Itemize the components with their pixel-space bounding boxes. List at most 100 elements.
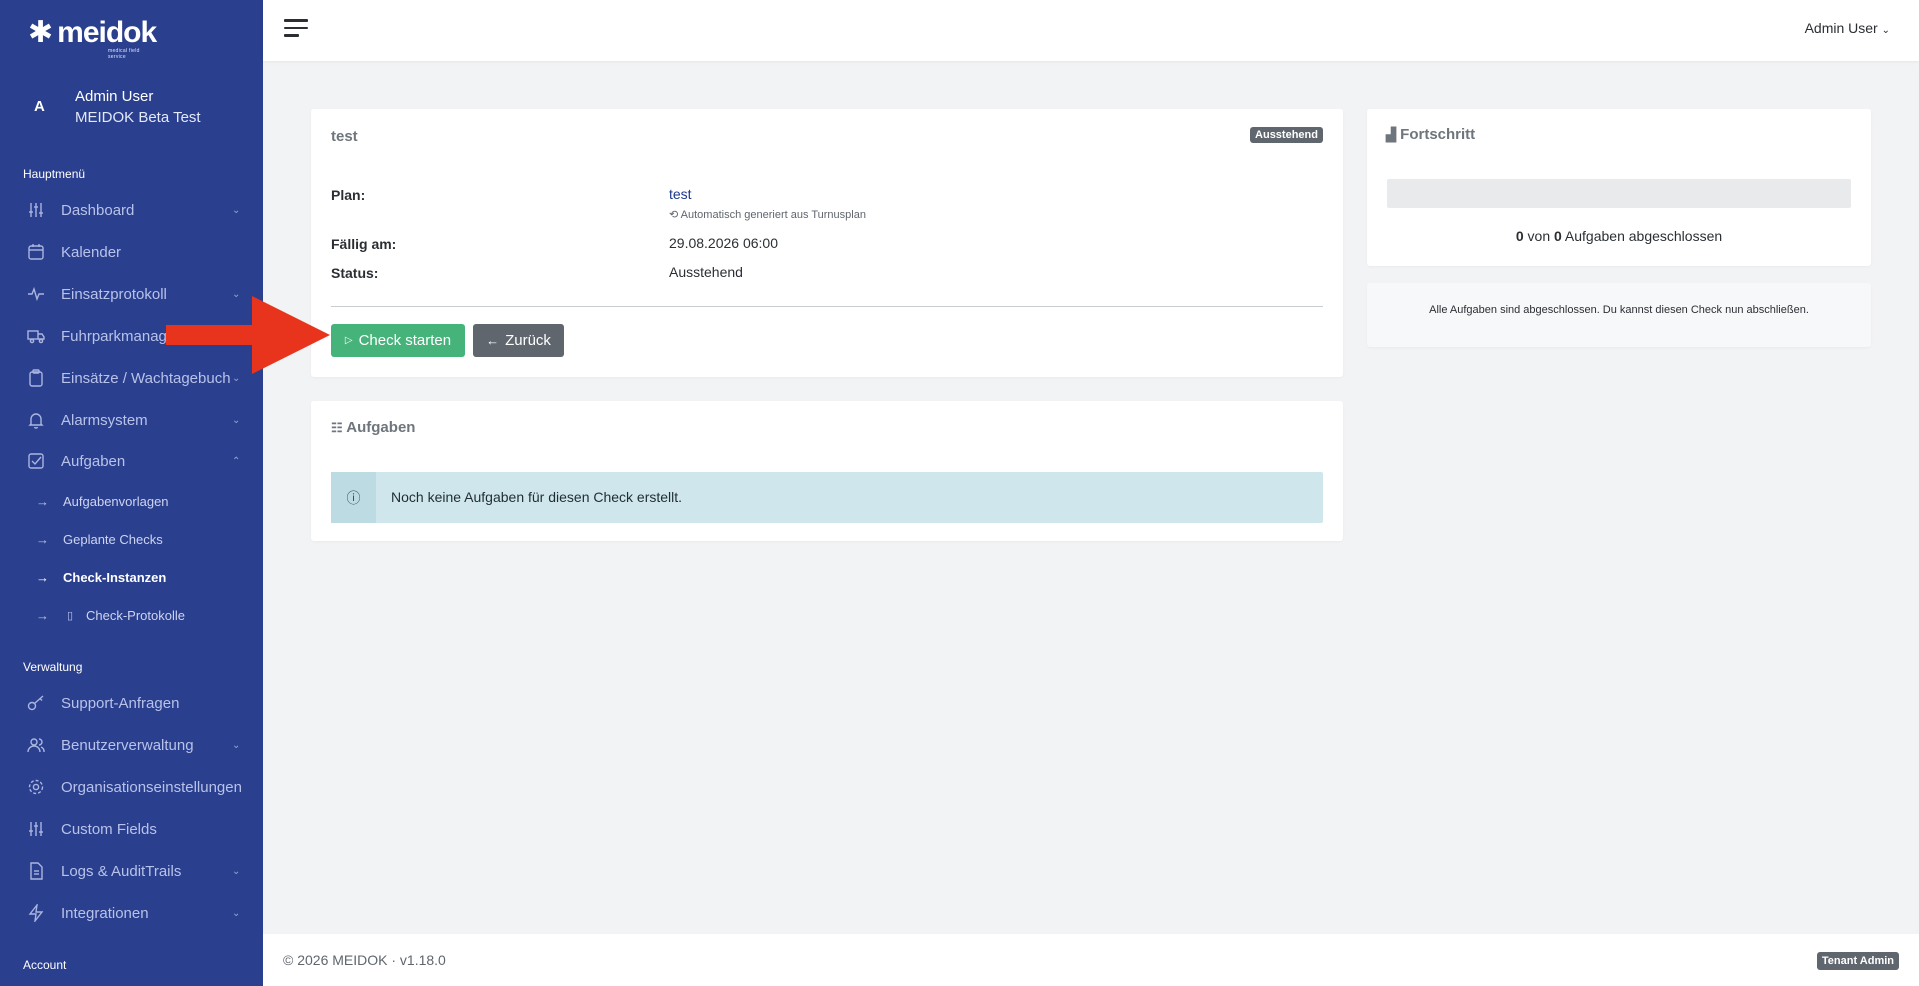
chevron-down-icon: ⌄ xyxy=(232,204,241,216)
clipboard-icon xyxy=(27,369,45,387)
chevron-down-icon: ⌄ xyxy=(232,739,241,751)
status-badge: Ausstehend xyxy=(1250,127,1323,143)
sidebar-subitem-label: Geplante Checks xyxy=(63,531,163,547)
play-icon: ▷ xyxy=(344,335,353,346)
footer-copyright: © 2026 MEIDOK · v1.18.0 xyxy=(283,952,446,968)
chevron-down-icon: ⌄ xyxy=(1881,25,1890,36)
key-icon xyxy=(27,694,45,712)
sliders-icon xyxy=(27,820,45,838)
sidebar-user-name: Admin User xyxy=(75,88,154,105)
sidebar-item-logs[interactable]: Logs & AuditTrails ⌄ xyxy=(0,854,263,888)
annotation-arrow-icon xyxy=(166,296,330,374)
section-label-main: Hauptmenü xyxy=(23,167,86,181)
completion-note-card: Alle Aufgaben sind abgeschlossen. Du kan… xyxy=(1367,283,1871,347)
bar-chart-icon: ▟ xyxy=(1386,127,1396,142)
status-label: Status: xyxy=(331,265,379,281)
sidebar-subitem-aufgabenvorlagen[interactable]: → Aufgabenvorlagen xyxy=(0,486,263,516)
menu-toggle-icon[interactable] xyxy=(284,19,308,39)
sidebar-subitem-geplante-checks[interactable]: → Geplante Checks xyxy=(0,524,263,554)
back-button[interactable]: ← Zurück xyxy=(473,324,564,357)
chevron-down-icon: ⌄ xyxy=(232,865,241,877)
sidebar-item-label: Aufgaben xyxy=(61,452,126,470)
truck-icon xyxy=(27,327,45,345)
due-label: Fällig am: xyxy=(331,236,397,252)
avatar: A xyxy=(34,98,45,115)
tasks-title-text: Aufgaben xyxy=(346,419,416,436)
check-square-icon xyxy=(27,452,45,470)
arrow-right-icon: → xyxy=(36,531,49,547)
back-label: Zurück xyxy=(505,332,551,349)
status-value: Ausstehend xyxy=(669,264,743,280)
progress-total-count: 0 xyxy=(1554,228,1562,244)
sidebar-subitem-label: Check-Protokolle xyxy=(86,607,185,623)
sidebar-item-alarmsystem[interactable]: Alarmsystem ⌄ xyxy=(0,403,263,437)
sidebar-subitem-check-instanzen[interactable]: → Check-Instanzen xyxy=(0,562,263,592)
sidebar-subitem-label: Check-Instanzen xyxy=(63,569,167,585)
tasks-card: ☷ Aufgaben ⓘ Noch keine Aufgaben für die… xyxy=(311,401,1343,541)
progress-of-text: von xyxy=(1527,228,1551,244)
logo-wordmark: meidok xyxy=(57,16,157,49)
tasks-empty-message: Noch keine Aufgaben für diesen Check ers… xyxy=(391,489,683,505)
role-badge: Tenant Admin xyxy=(1816,952,1899,970)
check-start-button[interactable]: ▷ Check starten xyxy=(331,324,465,357)
arrow-right-icon: → xyxy=(36,569,49,585)
sidebar-account-label: Account xyxy=(23,958,67,972)
sidebar-item-label: Organisationseinstellungen xyxy=(61,778,242,796)
user-menu-label: Admin User xyxy=(1804,20,1878,36)
sidebar: ✱ meidok medical field service A Admin U… xyxy=(0,0,263,986)
user-menu[interactable]: Admin User ⌄ xyxy=(1805,20,1890,36)
file-pdf-icon: ▯ xyxy=(67,609,74,622)
sidebar-subitem-check-protokolle[interactable]: → ▯ Check-Protokolle xyxy=(0,600,263,630)
topbar: Admin User ⌄ xyxy=(263,0,1919,61)
check-start-label: Check starten xyxy=(358,332,452,349)
sidebar-item-custom-fields[interactable]: Custom Fields xyxy=(0,812,263,846)
footer: © 2026 MEIDOK · v1.18.0 Tenant Admin xyxy=(263,934,1919,986)
completion-note: Alle Aufgaben sind abgeschlossen. Du kan… xyxy=(1429,304,1809,316)
chevron-down-icon: ⌄ xyxy=(232,372,241,384)
sidebar-item-benutzerverwaltung[interactable]: Benutzerverwaltung ⌄ xyxy=(0,728,263,762)
arrow-right-icon: → xyxy=(36,607,49,623)
sidebar-item-label: Dashboard xyxy=(61,201,135,219)
users-icon xyxy=(27,736,45,754)
sidebar-item-support[interactable]: Support-Anfragen xyxy=(0,686,263,720)
file-text-icon xyxy=(27,862,45,880)
zap-icon xyxy=(27,902,45,924)
section-label-admin: Verwaltung xyxy=(23,660,83,674)
info-icon: ⓘ xyxy=(331,472,376,523)
sidebar-item-label: Einsatzprotokoll xyxy=(61,285,167,303)
check-title: test xyxy=(331,128,358,145)
tasks-empty-alert: ⓘ Noch keine Aufgaben für diesen Check e… xyxy=(331,472,1323,523)
sidebar-subitem-label: Aufgabenvorlagen xyxy=(63,493,169,509)
chevron-up-icon: ⌃ xyxy=(232,455,241,467)
sidebar-item-label: Integrationen xyxy=(61,904,149,922)
divider xyxy=(331,306,1323,307)
sidebar-item-organisation[interactable]: Organisationseinstellungen xyxy=(0,770,263,804)
sidebar-item-label: Benutzerverwaltung xyxy=(61,736,194,754)
progress-bar xyxy=(1387,179,1851,208)
plan-note-text: Automatisch generiert aus Turnusplan xyxy=(680,209,866,221)
plan-link[interactable]: test xyxy=(669,186,692,202)
meidok-logo[interactable]: ✱ meidok medical field service xyxy=(28,16,157,61)
sidebar-tenant-name: MEIDOK Beta Test xyxy=(75,109,201,126)
calendar-icon xyxy=(27,243,45,261)
repeat-icon: ⟲ xyxy=(669,209,679,221)
progress-card: ▟ Fortschritt 0 von 0 Aufgaben abgeschlo… xyxy=(1367,109,1871,266)
sidebar-item-integrationen[interactable]: Integrationen ⌄ xyxy=(0,896,263,930)
sidebar-item-label: Logs & AuditTrails xyxy=(61,862,182,880)
progress-title-text: Fortschritt xyxy=(1400,126,1476,143)
activity-icon xyxy=(27,285,45,303)
chevron-down-icon: ⌄ xyxy=(232,907,241,919)
list-icon: ☷ xyxy=(331,420,343,435)
progress-summary: 0 von 0 Aufgaben abgeschlossen xyxy=(1367,228,1871,244)
due-value: 29.08.2026 06:00 xyxy=(669,235,778,251)
sidebar-item-label: Alarmsystem xyxy=(61,411,148,429)
sidebar-item-kalender[interactable]: Kalender xyxy=(0,235,263,269)
logo-tagline: medical field service xyxy=(108,48,140,60)
progress-done-count: 0 xyxy=(1515,228,1524,244)
sidebar-item-dashboard[interactable]: Dashboard ⌄ xyxy=(0,193,263,227)
arrow-right-icon: → xyxy=(36,493,49,509)
plan-note: ⟲ Automatisch generiert aus Turnusplan xyxy=(669,208,866,221)
gear-icon xyxy=(27,778,45,796)
sidebar-user[interactable]: A Admin User MEIDOK Beta Test xyxy=(0,84,263,134)
sidebar-item-aufgaben[interactable]: Aufgaben ⌃ xyxy=(0,444,263,478)
